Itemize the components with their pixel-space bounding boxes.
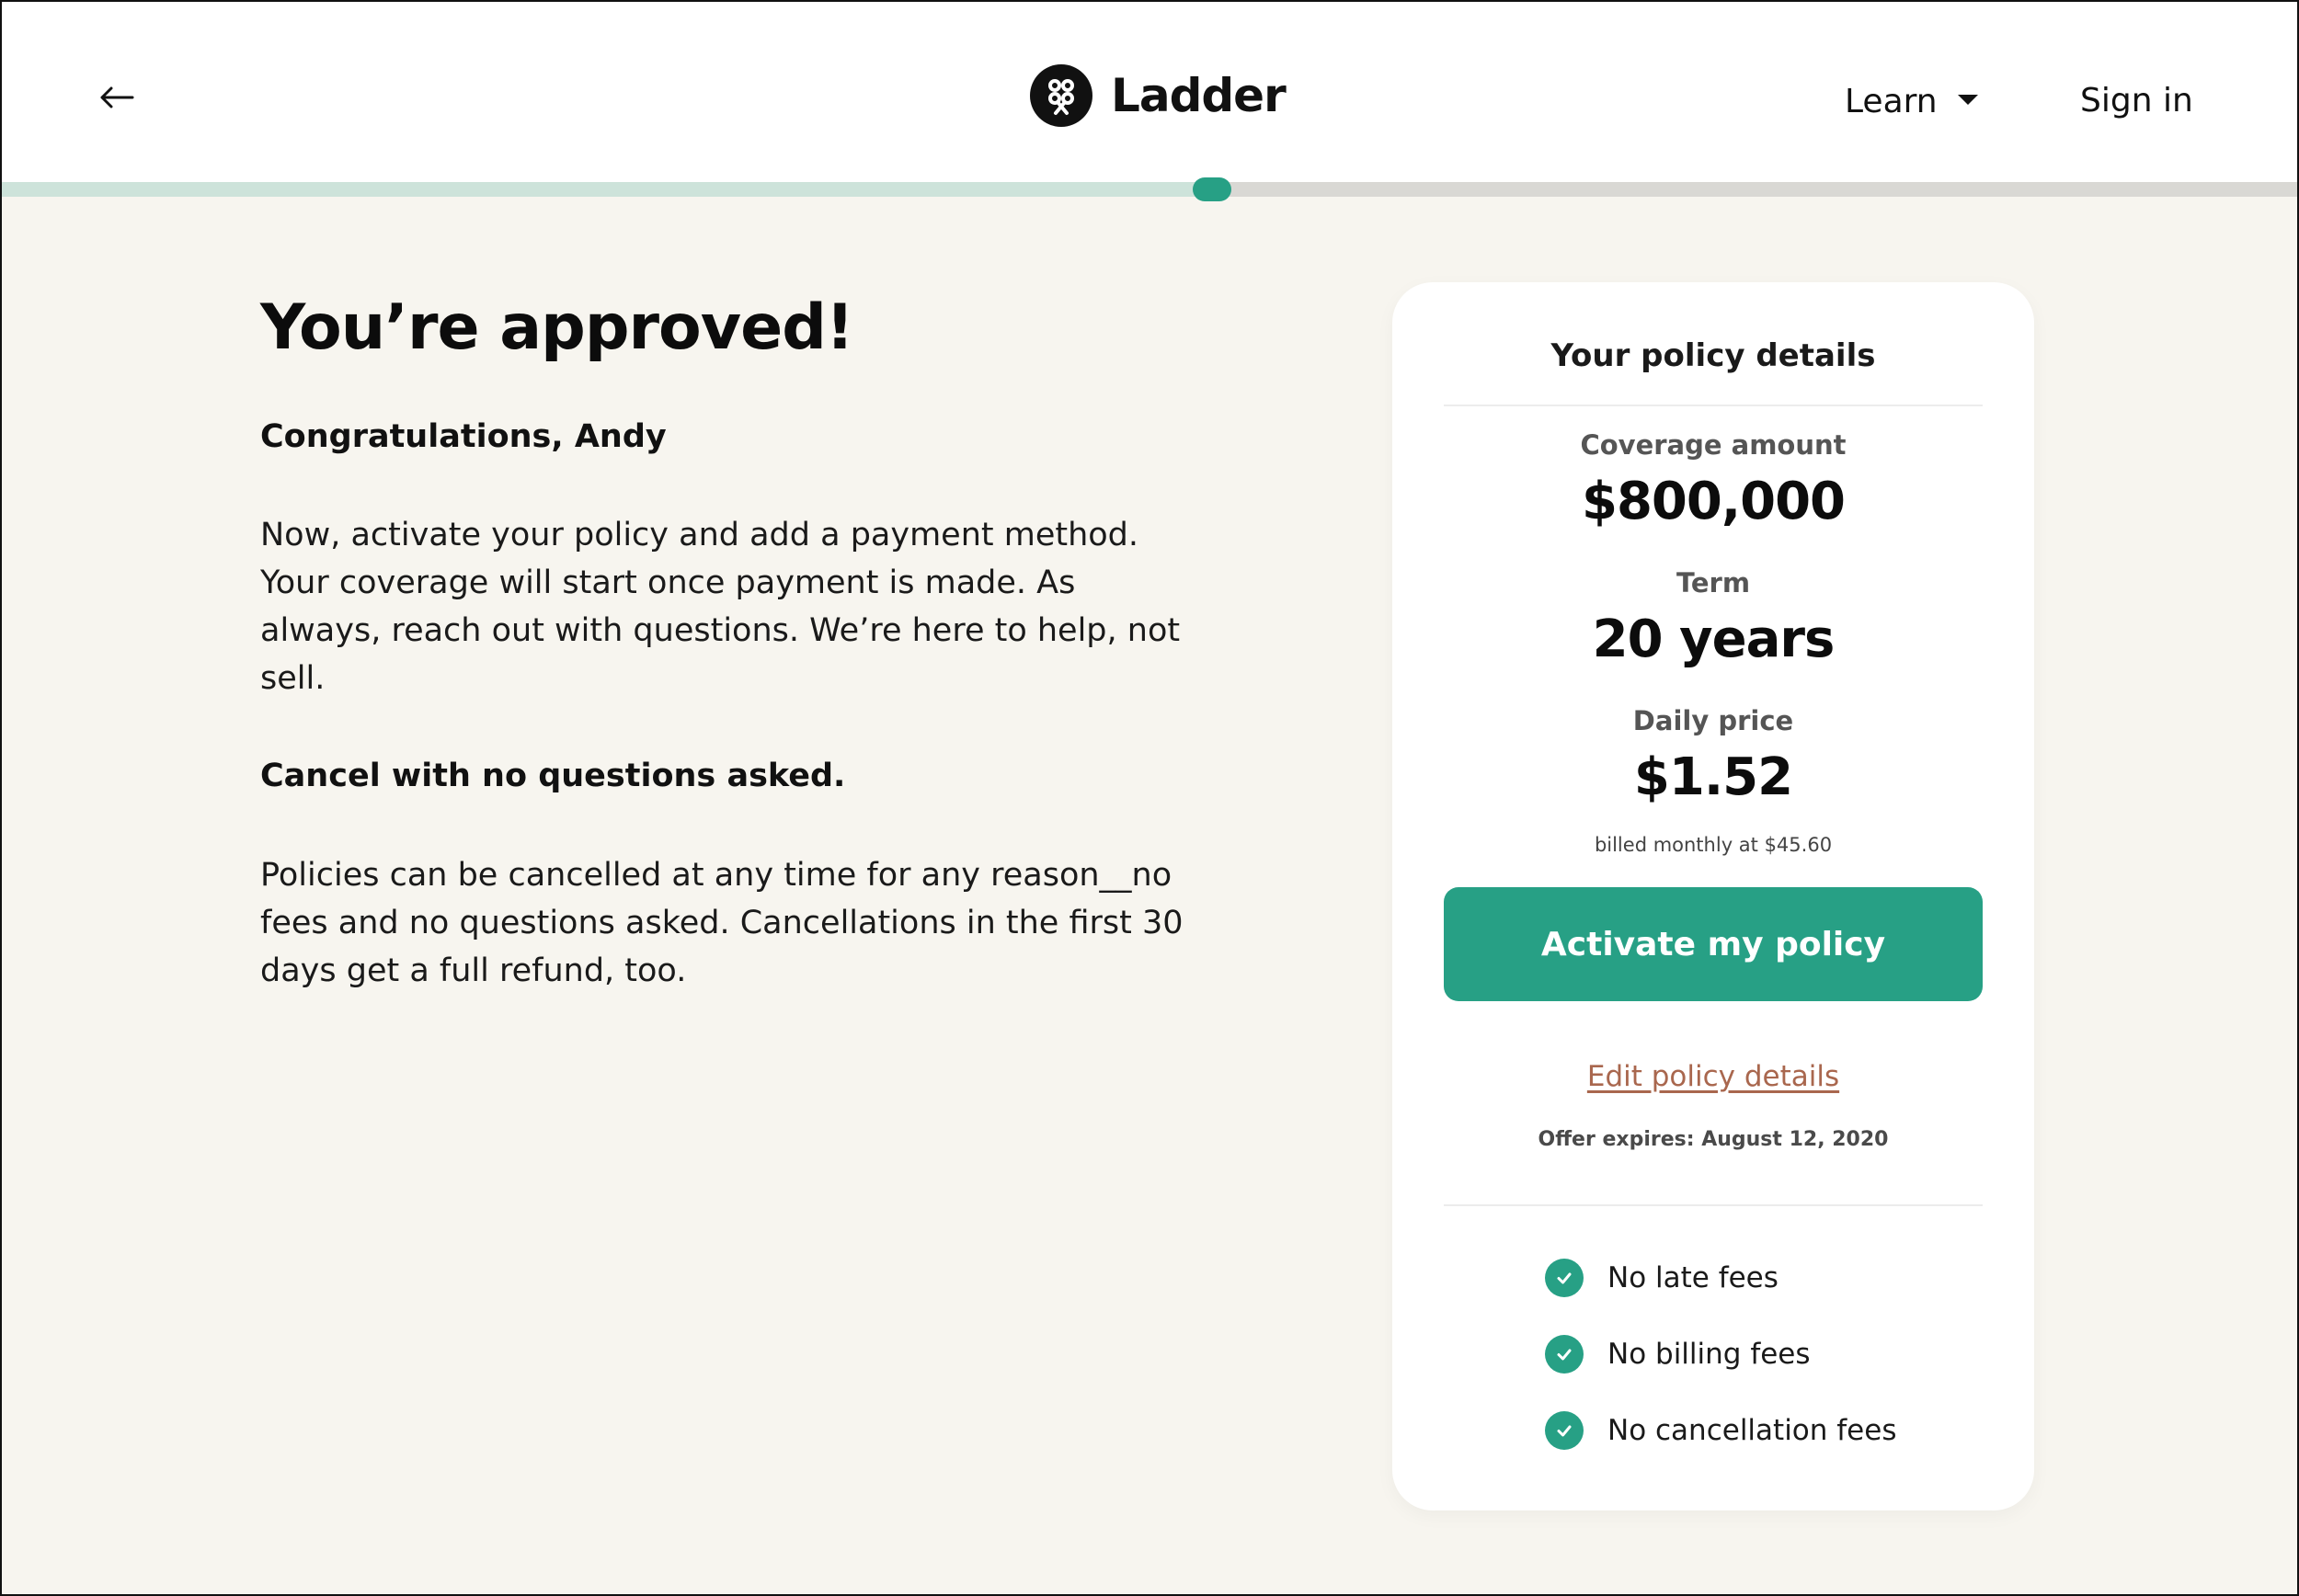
fee-features-list: No late fees No billing fees No cancella… [1545,1259,1986,1488]
progress-indicator [1192,177,1231,201]
progress-bar [0,177,2299,201]
term-value: 20 years [1592,610,1836,669]
list-item: No billing fees [1545,1335,1986,1374]
sign-in-link[interactable]: Sign in [2080,79,2193,123]
list-item: No late fees [1545,1259,1986,1297]
cancel-text: Policies can be cancelled at any time fo… [260,856,1184,989]
cancel-heading: Cancel with no questions asked. [260,758,846,795]
daily-price-value: $1.52 [1633,747,1793,807]
term-label: Term [1676,567,1751,598]
check-circle-icon [1545,1335,1584,1374]
billing-note: billed monthly at $45.60 [1594,834,1833,856]
learn-menu[interactable]: Learn [1845,79,1978,123]
policy-card-title: Your policy details [1550,337,1876,374]
caret-down-icon [1957,94,1978,105]
coverage-amount-label: Coverage amount [1580,429,1847,461]
list-item: No cancellation fees [1545,1411,1986,1450]
back-button[interactable] [96,79,138,120]
divider [1444,405,1983,406]
feature-label: No cancellation fees [1607,1414,1897,1447]
page-title: You’re approved! [260,291,854,364]
greeting: Congratulations, Andy [260,417,667,455]
approval-message: You’re approved! Congratulations, Andy N… [260,291,1217,995]
feature-label: No late fees [1607,1261,1779,1294]
offer-expiration: Offer expires: August 12, 2020 [1538,1128,1889,1151]
top-header: Ladder Learn Sign in [0,0,2299,182]
brand-logo[interactable]: Ladder [1030,64,1287,127]
learn-menu-label: Learn [1845,82,1938,120]
daily-price-label: Daily price [1632,705,1794,736]
divider [1444,1204,1983,1206]
intro-text: Now, activate your policy and add a paym… [260,517,1181,698]
edit-policy-link[interactable]: Edit policy details [1392,1060,2034,1093]
check-circle-icon [1545,1259,1584,1297]
check-circle-icon [1545,1411,1584,1450]
brand-name: Ladder [1111,69,1287,122]
policy-details-card: Your policy details Coverage amount $800… [1392,282,2034,1510]
arrow-left-icon [99,86,134,113]
coverage-amount-value: $800,000 [1581,472,1846,531]
feature-label: No billing fees [1607,1338,1811,1371]
activate-policy-button[interactable]: Activate my policy [1444,887,1983,1001]
progress-fill [0,182,1212,197]
ladder-logo-icon [1030,64,1092,127]
